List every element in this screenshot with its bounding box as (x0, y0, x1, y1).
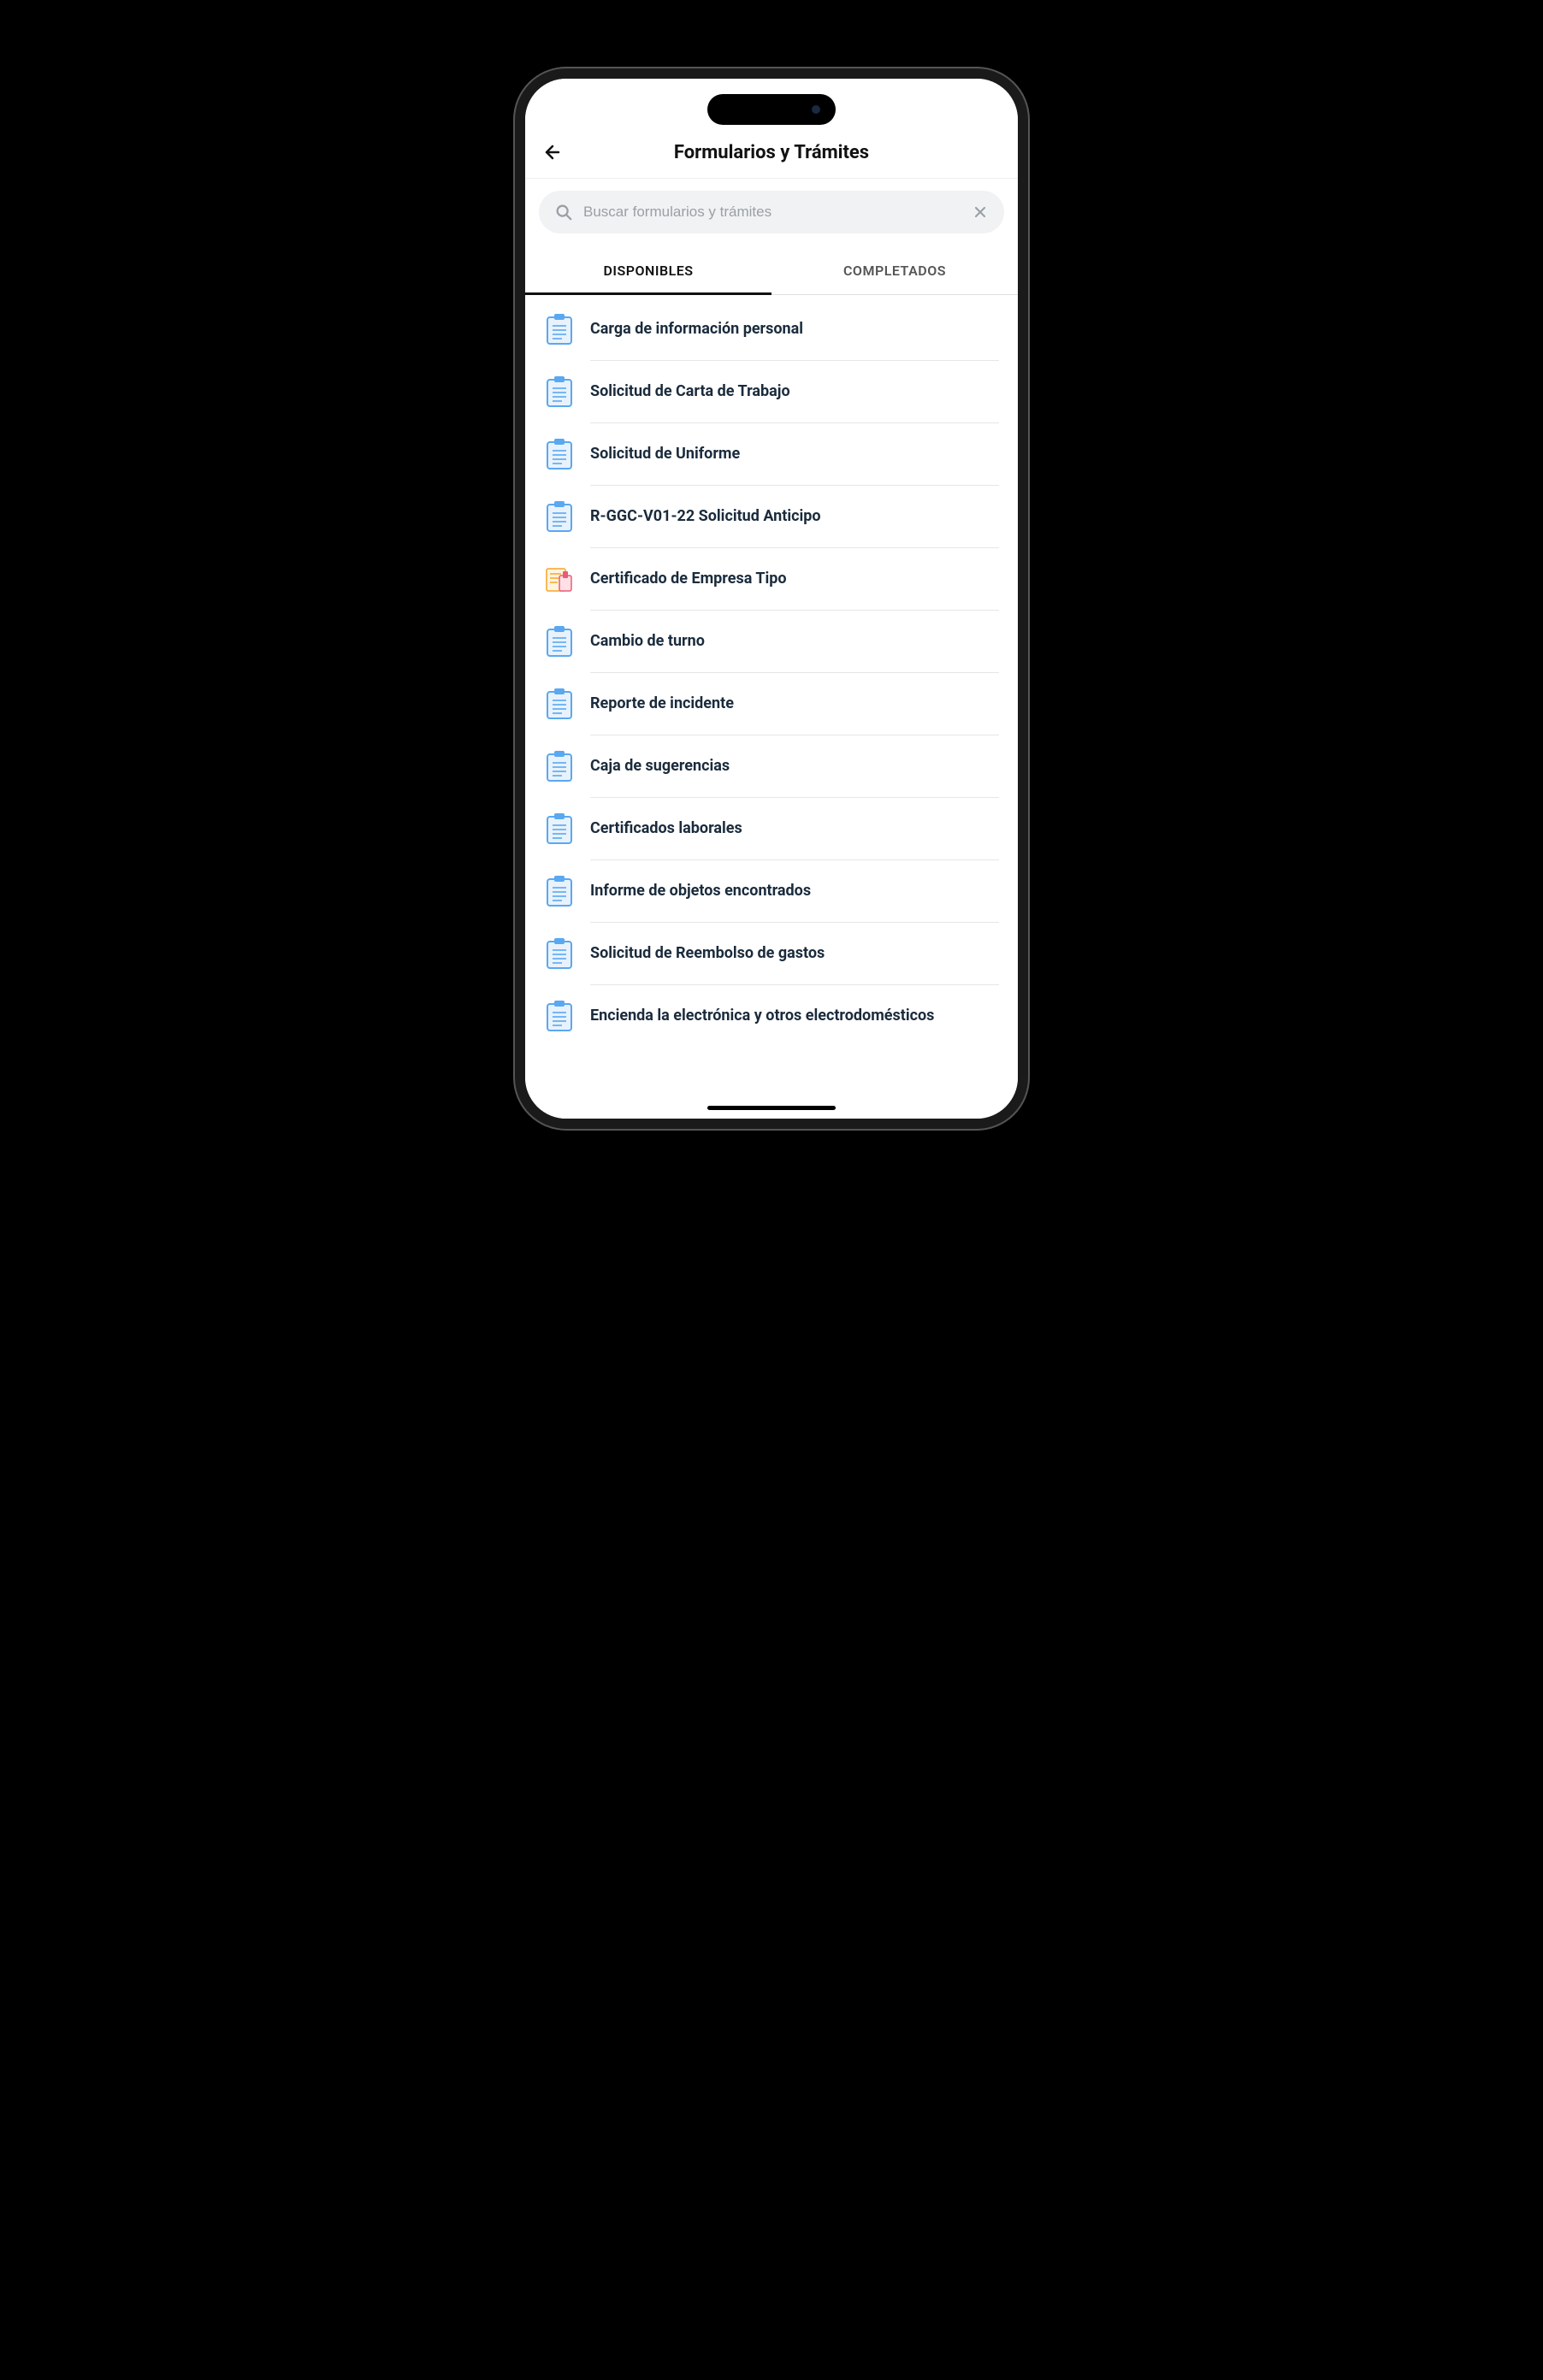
list-item-label: Solicitud de Reembolso de gastos (590, 943, 825, 963)
search-icon (554, 203, 573, 221)
list-item-label: Cambio de turno (590, 631, 705, 651)
clipboard-icon-wrap (544, 314, 575, 345)
clipboard-icon (545, 500, 574, 533)
list-item-label: Carga de información personal (590, 319, 803, 339)
list-item-label: Certificados laborales (590, 818, 742, 838)
clipboard-icon (545, 1000, 574, 1032)
clipboard-icon-wrap (544, 439, 575, 470)
list-item-label: Reporte de incidente (590, 694, 734, 713)
header: Formularios y Trámites (525, 132, 1018, 179)
search-container (525, 179, 1018, 240)
forms-list[interactable]: Carga de información personal Solicitud … (525, 295, 1018, 1119)
clipboard-icon-wrap (544, 813, 575, 844)
list-item-label: Informe de objetos encontrados (590, 881, 811, 901)
list-item-label: Caja de sugerencias (590, 756, 730, 776)
list-item[interactable]: Solicitud de Carta de Trabajo (525, 361, 1018, 422)
search-bar[interactable] (539, 191, 1004, 233)
clipboard-icon-wrap (544, 751, 575, 782)
list-item[interactable]: Caja de sugerencias (525, 735, 1018, 797)
clipboard-icon (545, 625, 574, 658)
list-item[interactable]: Solicitud de Reembolso de gastos (525, 923, 1018, 984)
home-indicator[interactable] (707, 1106, 836, 1110)
clipboard-icon-wrap (544, 938, 575, 969)
list-item-label: Encienda la electrónica y otros electrod… (590, 1006, 934, 1025)
list-item-label: R-GGC-V01-22 Solicitud Anticipo (590, 506, 821, 526)
list-item[interactable]: Certificado de Empresa Tipo (525, 548, 1018, 610)
tabs: DISPONIBLES COMPLETADOS (525, 247, 1018, 295)
clipboard-icon (545, 313, 574, 345)
list-item[interactable]: Encienda la electrónica y otros electrod… (525, 985, 1018, 1047)
clipboard-icon (545, 875, 574, 907)
device-notch (707, 94, 836, 125)
search-input[interactable] (583, 204, 972, 221)
list-item-label: Certificado de Empresa Tipo (590, 569, 787, 588)
list-item[interactable]: Cambio de turno (525, 611, 1018, 672)
list-item[interactable]: R-GGC-V01-22 Solicitud Anticipo (525, 486, 1018, 547)
clipboard-icon (545, 937, 574, 970)
list-item-label: Solicitud de Carta de Trabajo (590, 381, 790, 401)
certificate-icon (544, 564, 575, 594)
list-item[interactable]: Informe de objetos encontrados (525, 860, 1018, 922)
tab-available[interactable]: DISPONIBLES (525, 247, 772, 295)
certificate-icon-wrap (544, 564, 575, 594)
clipboard-icon-wrap (544, 626, 575, 657)
list-item[interactable]: Solicitud de Uniforme (525, 423, 1018, 485)
app-screen: Formularios y Trámites DISPONIBLES COMPL… (525, 79, 1018, 1119)
page-title: Formularios y Trámites (541, 142, 1002, 163)
clipboard-icon-wrap (544, 688, 575, 719)
list-item-label: Solicitud de Uniforme (590, 444, 740, 464)
clipboard-icon (545, 750, 574, 783)
clipboard-icon (545, 812, 574, 845)
clipboard-icon-wrap (544, 876, 575, 907)
clipboard-icon (545, 688, 574, 720)
list-item[interactable]: Reporte de incidente (525, 673, 1018, 735)
list-item[interactable]: Carga de información personal (525, 298, 1018, 360)
clipboard-icon-wrap (544, 376, 575, 407)
list-item[interactable]: Certificados laborales (525, 798, 1018, 859)
clipboard-icon-wrap (544, 1001, 575, 1031)
clipboard-icon (545, 375, 574, 408)
clipboard-icon (545, 438, 574, 470)
phone-frame: Formularios y Trámites DISPONIBLES COMPL… (515, 68, 1028, 1129)
clipboard-icon-wrap (544, 501, 575, 532)
clear-icon[interactable] (972, 204, 989, 221)
tab-completed[interactable]: COMPLETADOS (772, 247, 1018, 294)
